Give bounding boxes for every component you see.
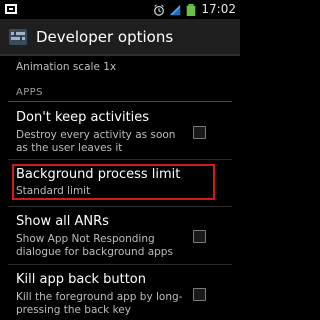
list-item-show-all-anrs[interactable]: Show all ANRs Show App Not Responding di… (0, 212, 240, 262)
list-item-title: Kill app back button (16, 272, 146, 287)
action-bar: Developer options (0, 19, 240, 56)
list-item-summary: Kill the foreground app by long- (16, 291, 183, 303)
divider (8, 159, 232, 160)
page-title: Developer options (36, 28, 174, 46)
list-item-kill-app-back-button[interactable]: Kill app back button Kill the foreground… (0, 270, 240, 320)
list-item-summary: dialogue for background apps (16, 246, 173, 258)
signal-icon (170, 4, 181, 15)
divider (8, 264, 232, 265)
status-bar: 17:02 (0, 0, 240, 19)
list-item-dont-keep-activities[interactable]: Don't keep activities Destroy every acti… (0, 106, 240, 156)
list-item-summary: Show App Not Responding (16, 233, 155, 245)
alarm-icon (154, 3, 165, 16)
clock: 17:02 (201, 2, 236, 16)
highlight-box (12, 164, 215, 200)
list-item-summary: as the user leaves it (16, 142, 123, 154)
list-item-summary: Animation scale 1x (16, 61, 117, 73)
show-all-anrs-checkbox[interactable] (193, 230, 206, 243)
notification-icon (5, 4, 17, 14)
kill-app-back-button-checkbox[interactable] (193, 288, 206, 301)
section-header-apps: APPS (16, 87, 43, 98)
dont-keep-activities-checkbox[interactable] (193, 126, 206, 139)
battery-icon (187, 3, 196, 16)
list-item-summary: Destroy every activity as soon (16, 129, 176, 141)
list-item-title: Don't keep activities (16, 110, 150, 125)
section-divider (8, 101, 232, 102)
list-item-summary: pressing the back key (16, 304, 131, 316)
settings-icon[interactable] (8, 27, 28, 47)
list-item-animation-scale[interactable]: Animation scale 1x (0, 56, 240, 80)
divider (8, 206, 232, 207)
list-item-title: Show all ANRs (16, 214, 109, 229)
